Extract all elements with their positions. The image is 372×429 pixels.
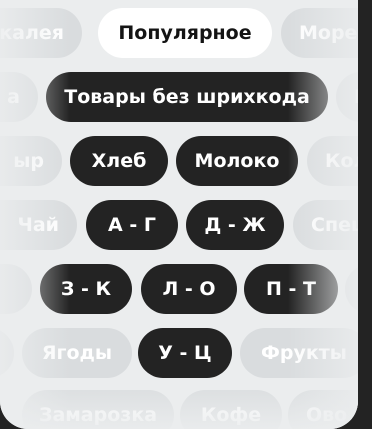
category-panel: калея Популярное Море а Товары без шрихк… [0,0,358,429]
category-left-partial[interactable] [0,264,32,314]
category-a[interactable]: а [0,72,38,122]
category-left-partial-2[interactable] [0,328,14,378]
category-k[interactable]: К [345,264,358,314]
category-kol[interactable]: Кол [307,136,358,186]
category-m[interactable]: М [336,72,358,122]
category-special[interactable]: Спец [293,200,358,250]
category-more[interactable]: Море [281,8,358,58]
category-l-o[interactable]: Л - О [141,264,237,314]
category-vegetables[interactable]: Ово [288,390,358,429]
vertical-scrollbar[interactable] [358,0,372,429]
category-fruits[interactable]: Фрукты [240,328,358,378]
category-milk[interactable]: Молоко [176,136,298,186]
category-popular[interactable]: Популярное [98,8,272,58]
category-z-k[interactable]: З - К [40,264,132,314]
category-a-g[interactable]: А - Г [86,200,178,250]
category-tea[interactable]: Чай [0,200,77,250]
category-kaleya[interactable]: калея [0,8,82,58]
category-coffee[interactable]: Кофе [180,390,282,429]
category-u-ts[interactable]: У - Ц [138,328,232,378]
category-d-zh[interactable]: Д - Ж [186,200,284,250]
category-p-t[interactable]: П - Т [244,264,338,314]
category-cheese[interactable]: ыр [0,136,62,186]
category-berries[interactable]: Ягоды [22,328,132,378]
category-without-barcode[interactable]: Товары без шрихкода [46,72,328,122]
category-frozen[interactable]: Замарозка [22,390,174,429]
category-bread[interactable]: Хлеб [70,136,168,186]
